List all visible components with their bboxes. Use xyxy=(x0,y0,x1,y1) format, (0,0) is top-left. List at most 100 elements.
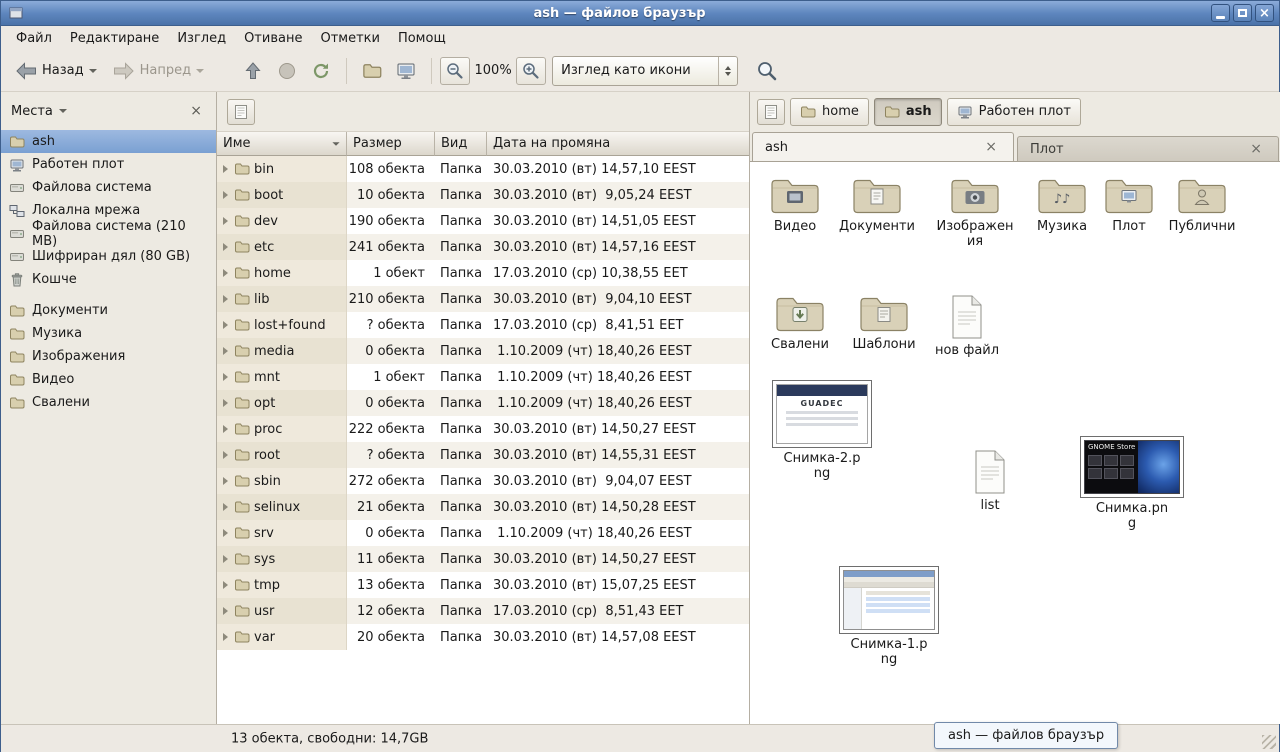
table-row[interactable]: sys 11 обекта Папка 30.03.2010 (вт) 14,5… xyxy=(217,546,749,572)
sidebar-item[interactable]: Кошче xyxy=(1,268,216,291)
icon-view-item[interactable]: Снимка-1.png xyxy=(835,566,943,668)
sidebar-item[interactable]: Свалени xyxy=(1,391,216,414)
sidebar-title[interactable]: Места xyxy=(11,104,53,119)
table-row[interactable]: var 20 обекта Папка 30.03.2010 (вт) 14,5… xyxy=(217,624,749,650)
sidebar-item[interactable]: Шифриран дял (80 GB) xyxy=(1,245,216,268)
column-header-date[interactable]: Дата на промяна xyxy=(487,132,749,156)
table-row[interactable]: home 1 обект Папка 17.03.2010 (ср) 10,38… xyxy=(217,260,749,286)
expander-icon[interactable] xyxy=(223,191,228,199)
table-row[interactable]: selinux 21 обекта Папка 30.03.2010 (вт) … xyxy=(217,494,749,520)
pathbar-button-ash[interactable]: ash xyxy=(874,98,942,126)
table-row[interactable]: mnt 1 обект Папка 1.10.2009 (чт) 18,40,2… xyxy=(217,364,749,390)
icon-view-item[interactable]: Свалени xyxy=(760,292,840,352)
back-history-caret-icon[interactable] xyxy=(89,69,97,73)
expander-icon[interactable] xyxy=(223,633,228,641)
table-row[interactable]: etc 241 обекта Папка 30.03.2010 (вт) 14,… xyxy=(217,234,749,260)
icon-view-item[interactable]: Шаблони xyxy=(844,292,924,352)
table-row[interactable]: boot 10 обекта Папка 30.03.2010 (вт) 9,0… xyxy=(217,182,749,208)
back-button[interactable]: Назад xyxy=(7,55,105,87)
menu-item[interactable]: Редактиране xyxy=(61,28,168,49)
sidebar-close-button[interactable]: × xyxy=(186,102,206,120)
table-row[interactable]: dev 190 обекта Папка 30.03.2010 (вт) 14,… xyxy=(217,208,749,234)
sidebar-item[interactable]: Файлова система (210 MB) xyxy=(1,222,216,245)
table-row[interactable]: bin 108 обекта Папка 30.03.2010 (вт) 14,… xyxy=(217,156,749,182)
sidebar-title-caret-icon[interactable] xyxy=(59,109,67,113)
table-row[interactable]: lib 210 обекта Папка 30.03.2010 (вт) 9,0… xyxy=(217,286,749,312)
expander-icon[interactable] xyxy=(223,217,228,225)
table-row[interactable]: media 0 обекта Папка 1.10.2009 (чт) 18,4… xyxy=(217,338,749,364)
resize-grip[interactable] xyxy=(1262,735,1276,749)
expander-icon[interactable] xyxy=(223,607,228,615)
icon-view-item[interactable]: нов файл xyxy=(927,294,1007,358)
column-header-type[interactable]: Вид xyxy=(435,132,487,156)
icon-view[interactable]: Видео Документи Изображения ♪♪ Музика Пл… xyxy=(750,161,1280,724)
tree-pane-location-button[interactable] xyxy=(227,99,255,125)
icon-view-item[interactable]: Документи xyxy=(837,174,917,234)
expander-icon[interactable] xyxy=(223,477,228,485)
sidebar-item[interactable]: Видео xyxy=(1,368,216,391)
maximize-button[interactable] xyxy=(1233,4,1252,22)
expander-icon[interactable] xyxy=(223,503,228,511)
icon-view-item[interactable]: Изображения xyxy=(935,174,1015,250)
menu-item[interactable]: Отиване xyxy=(235,28,311,49)
expander-icon[interactable] xyxy=(223,399,228,407)
table-row[interactable]: usr 12 обекта Папка 17.03.2010 (ср) 8,51… xyxy=(217,598,749,624)
computer-button[interactable] xyxy=(389,55,423,87)
sidebar-item[interactable]: ash xyxy=(1,130,216,153)
expander-icon[interactable] xyxy=(223,581,228,589)
tab-plot[interactable]: Плот × xyxy=(1017,136,1279,161)
expander-icon[interactable] xyxy=(223,373,228,381)
table-row[interactable]: opt 0 обекта Папка 1.10.2009 (чт) 18,40,… xyxy=(217,390,749,416)
table-row[interactable]: lost+found ? обекта Папка 17.03.2010 (ср… xyxy=(217,312,749,338)
sidebar-item[interactable]: Работен плот xyxy=(1,153,216,176)
table-row[interactable]: sbin 272 обекта Папка 30.03.2010 (вт) 9,… xyxy=(217,468,749,494)
pathbar-root-button[interactable] xyxy=(757,99,785,125)
reload-button[interactable] xyxy=(304,55,338,87)
forward-button[interactable]: Напред xyxy=(105,55,212,87)
sort-caret-icon[interactable] xyxy=(332,142,339,146)
icon-view-item[interactable]: list xyxy=(950,449,1030,513)
zoom-out-button[interactable] xyxy=(440,57,470,85)
stop-button[interactable] xyxy=(270,55,304,87)
menu-item[interactable]: Файл xyxy=(7,28,61,49)
home-button[interactable] xyxy=(355,55,389,87)
expander-icon[interactable] xyxy=(223,165,228,173)
tab-ash[interactable]: ash × xyxy=(752,132,1014,161)
table-row[interactable]: proc 222 обекта Папка 30.03.2010 (вт) 14… xyxy=(217,416,749,442)
view-mode-stepper-icon[interactable] xyxy=(718,57,737,85)
expander-icon[interactable] xyxy=(223,269,228,277)
icon-view-item[interactable]: Видео xyxy=(755,174,835,234)
expander-icon[interactable] xyxy=(223,295,228,303)
expander-icon[interactable] xyxy=(223,425,228,433)
expander-icon[interactable] xyxy=(223,321,228,329)
menu-item[interactable]: Отметки xyxy=(311,28,388,49)
table-row[interactable]: srv 0 обекта Папка 1.10.2009 (чт) 18,40,… xyxy=(217,520,749,546)
minimize-button[interactable] xyxy=(1211,4,1230,22)
up-button[interactable] xyxy=(236,55,270,87)
column-header-size[interactable]: Размер xyxy=(347,132,435,156)
icon-view-item[interactable]: GUADEC Снимка-2.png xyxy=(768,380,876,482)
table-row[interactable]: tmp 13 обекта Папка 30.03.2010 (вт) 15,0… xyxy=(217,572,749,598)
sidebar-item[interactable]: Изображения xyxy=(1,345,216,368)
tab-close-icon[interactable]: × xyxy=(981,139,1001,155)
titlebar[interactable]: ash — файлов браузър × xyxy=(1,1,1279,26)
close-button[interactable]: × xyxy=(1255,4,1274,22)
expander-icon[interactable] xyxy=(223,347,228,355)
search-button[interactable] xyxy=(750,55,784,87)
icon-view-item[interactable]: Плот xyxy=(1089,174,1169,234)
column-header-name[interactable]: Име xyxy=(217,132,347,156)
icon-view-item[interactable]: GNOME Store Снимка.png xyxy=(1078,436,1186,532)
table-row[interactable]: root ? обекта Папка 30.03.2010 (вт) 14,5… xyxy=(217,442,749,468)
icon-view-item[interactable]: Публични xyxy=(1162,174,1242,234)
expander-icon[interactable] xyxy=(223,451,228,459)
sidebar-item[interactable]: Файлова система xyxy=(1,176,216,199)
zoom-in-button[interactable] xyxy=(516,57,546,85)
menu-item[interactable]: Помощ xyxy=(389,28,455,49)
sidebar-item[interactable]: Музика xyxy=(1,322,216,345)
expander-icon[interactable] xyxy=(223,529,228,537)
menu-item[interactable]: Изглед xyxy=(168,28,235,49)
tab-close-icon[interactable]: × xyxy=(1246,141,1266,157)
expander-icon[interactable] xyxy=(223,555,228,563)
pathbar-button-desktop[interactable]: Работен плот xyxy=(947,98,1081,126)
expander-icon[interactable] xyxy=(223,243,228,251)
